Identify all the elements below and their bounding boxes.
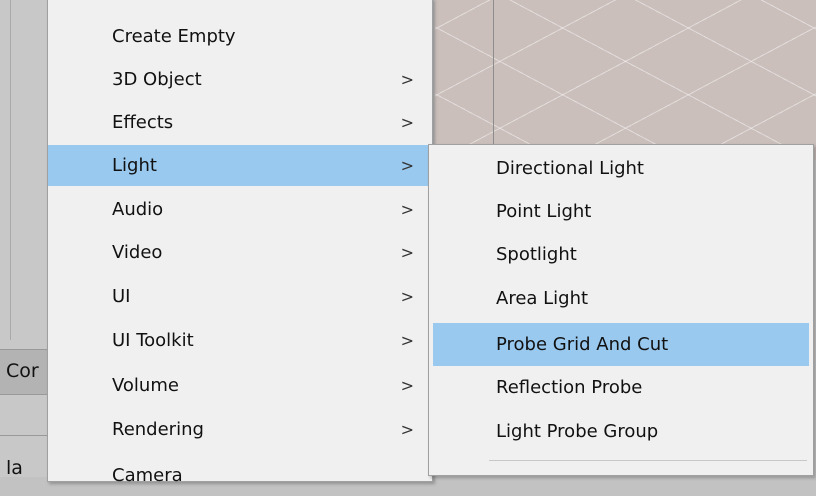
pane-edge (10, 0, 11, 340)
menu-item-volume[interactable]: Volume > (48, 365, 432, 406)
menu-item-label: Effects (112, 112, 174, 133)
truncated-pane-label-lower: la (6, 457, 23, 479)
menu-item-label: 3D Object (112, 69, 202, 90)
menu-item-light[interactable]: Light > (48, 145, 432, 186)
submenu-item-label: Point Light (496, 201, 592, 222)
menu-item-label: Volume (112, 375, 179, 396)
hierarchy-pane: Cor la (0, 0, 48, 479)
chevron-right-icon: > (400, 70, 414, 89)
submenu-item-probe-grid-and-cut[interactable]: Probe Grid And Cut (433, 323, 809, 366)
submenu-item-label: Spotlight (496, 244, 577, 265)
menu-item-create-empty[interactable]: Create Empty (48, 16, 432, 57)
light-submenu: Directional Light Point Light Spotlight … (428, 144, 814, 476)
menu-item-ui-toolkit[interactable]: UI Toolkit > (48, 320, 432, 361)
submenu-item-light-probe-group[interactable]: Light Probe Group (429, 411, 813, 452)
pane-header-bar: Cor (0, 349, 48, 395)
submenu-item-reflection-probe[interactable]: Reflection Probe (429, 367, 813, 408)
scene-view-edge (493, 0, 494, 160)
chevron-right-icon: > (400, 200, 414, 219)
submenu-item-area-light[interactable]: Area Light (429, 278, 813, 319)
scene-view[interactable] (435, 0, 816, 160)
chevron-right-icon: > (400, 420, 414, 439)
submenu-item-label: Area Light (496, 288, 589, 309)
submenu-item-point-light[interactable]: Point Light (429, 191, 813, 232)
menu-item-ui[interactable]: UI > (48, 276, 432, 317)
chevron-right-icon: > (400, 156, 414, 175)
menu-item-effects[interactable]: Effects > (48, 102, 432, 143)
submenu-item-spotlight[interactable]: Spotlight (429, 234, 813, 275)
truncated-pane-label: Cor (6, 360, 39, 382)
menu-item-label: Create Empty (112, 26, 236, 47)
menu-separator (489, 460, 807, 461)
menu-item-label: Audio (112, 199, 164, 220)
menu-item-audio[interactable]: Audio > (48, 189, 432, 230)
chevron-right-icon: > (400, 113, 414, 132)
submenu-item-label: Light Probe Group (496, 421, 659, 442)
menu-item-label: UI (112, 286, 131, 307)
menu-item-label: Camera (112, 465, 183, 486)
menu-item-label: UI Toolkit (112, 330, 194, 351)
chevron-right-icon: > (400, 376, 414, 395)
submenu-item-label: Reflection Probe (496, 377, 643, 398)
submenu-item-directional-light[interactable]: Directional Light (429, 148, 813, 189)
submenu-item-label: Directional Light (496, 158, 644, 179)
menu-item-label: Video (112, 242, 163, 263)
chevron-right-icon: > (400, 287, 414, 306)
menu-item-3d-object[interactable]: 3D Object > (48, 59, 432, 100)
menu-item-label: Light (112, 155, 157, 176)
menu-item-camera[interactable]: Camera (48, 455, 432, 496)
create-context-menu: Create Empty 3D Object > Effects > Light… (47, 0, 433, 486)
menu-item-rendering[interactable]: Rendering > (48, 409, 432, 450)
chevron-right-icon: > (400, 331, 414, 350)
menu-item-video[interactable]: Video > (48, 232, 432, 273)
pane-divider-line (0, 435, 48, 436)
menu-item-label: Rendering (112, 419, 204, 440)
submenu-item-label: Probe Grid And Cut (496, 334, 669, 355)
chevron-right-icon: > (400, 243, 414, 262)
